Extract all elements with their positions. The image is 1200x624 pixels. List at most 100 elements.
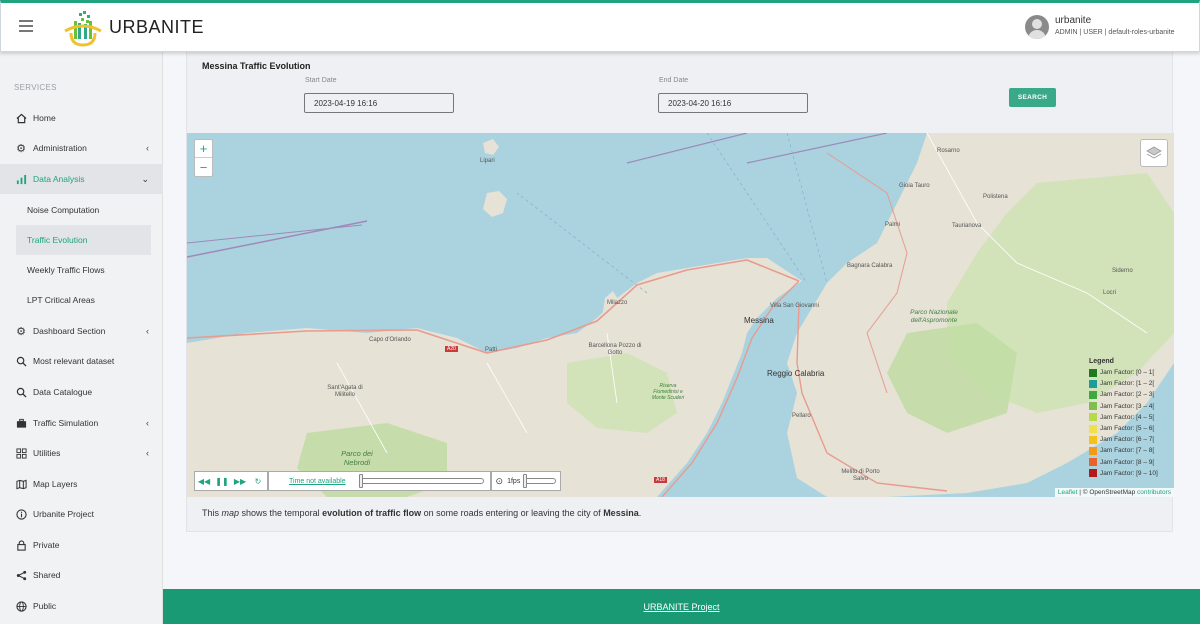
place-label: Sant'Agata di Militello: [327, 385, 363, 398]
sidebar-item-utilities[interactable]: Utilities ‹: [0, 438, 163, 468]
fps-slider[interactable]: [523, 474, 557, 488]
sidebar-item-label: Home: [33, 113, 56, 123]
sidebar-item-home[interactable]: Home: [0, 103, 163, 133]
sidebar-item-map-layers[interactable]: Map Layers: [0, 469, 163, 499]
osm-contributors-link[interactable]: contributors: [1137, 489, 1171, 496]
chevron-left-icon: ‹: [146, 418, 149, 428]
sidebar-item-administration[interactable]: ⚙ Administration ‹: [0, 133, 163, 163]
legend-entry: Jam Factor: [4 – 5[: [1089, 412, 1169, 423]
sidebar-subitem-lpt-critical-areas[interactable]: LPT Critical Areas: [16, 285, 151, 315]
traffic-map[interactable]: Lipari Milazzo Capo d'Orlando Patti Barc…: [187, 133, 1174, 497]
footer: URBANITE Project: [163, 589, 1200, 624]
gear-icon: ⚙: [16, 142, 26, 155]
leaflet-link[interactable]: Leaflet: [1058, 489, 1078, 496]
map-caption: This map shows the temporal evolution of…: [202, 508, 641, 518]
loop-button[interactable]: ↻: [249, 472, 267, 490]
time-display-link[interactable]: Time not available: [269, 478, 354, 485]
caption-text: shows the temporal: [239, 508, 323, 518]
map-attribution: Leaflet | © OpenStreetMap contributors: [1054, 488, 1174, 497]
search-button[interactable]: SEARCH: [1009, 88, 1056, 107]
bar-chart-icon: [15, 173, 27, 185]
map-icon: [15, 478, 27, 490]
globe-icon: [15, 600, 27, 612]
legend-label: Jam Factor: [8 – 9[: [1100, 458, 1155, 466]
sidebar-item-most-relevant-dataset[interactable]: Most relevant dataset: [0, 346, 163, 376]
legend-label: Jam Factor: [6 – 7[: [1100, 436, 1155, 444]
legend-label: Jam Factor: [2 – 3[: [1100, 391, 1155, 399]
place-label: Taurianova: [952, 223, 982, 229]
sidebar-item-label: Utilities: [33, 448, 61, 458]
place-label: Lipari: [480, 158, 495, 164]
sidebar-item-label: Public: [33, 601, 57, 611]
user-name: urbanite: [1055, 15, 1092, 26]
place-label: Locri: [1103, 290, 1117, 296]
sidebar-item-public[interactable]: Public: [0, 591, 163, 621]
sidebar-item-private[interactable]: Private: [0, 530, 163, 560]
zoom-out-button[interactable]: −: [195, 158, 212, 176]
step-backward-button[interactable]: ◀◀: [195, 472, 213, 490]
place-label: Melito di Porto Salvo: [841, 469, 880, 482]
legend-swatch: [1089, 368, 1097, 377]
playback-controls: ◀◀ ❚❚ ▶▶ ↻: [194, 471, 268, 491]
chevron-left-icon: ‹: [146, 143, 149, 153]
legend-label: Jam Factor: [7 – 8[: [1100, 447, 1155, 455]
caption-text: on some roads entering or leaving the ci…: [421, 508, 604, 518]
legend-swatch: [1089, 435, 1097, 444]
place-label: Pellaro: [792, 413, 811, 419]
road-label: A18: [654, 477, 667, 483]
sidebar-item-shared[interactable]: Shared: [0, 560, 163, 590]
start-date-label: Start Date: [305, 77, 337, 84]
legend-title: Legend: [1089, 358, 1114, 365]
legend-label: Jam Factor: [3 – 4[: [1100, 402, 1155, 410]
place-label: Barcellona Pozzo di Gotto: [588, 343, 642, 356]
place-label: Milazzo: [607, 300, 628, 306]
home-icon: [15, 112, 27, 124]
time-slider[interactable]: [358, 474, 484, 488]
place-label: Gioia Tauro: [899, 183, 930, 189]
start-date-input[interactable]: 2023-04-19 16:16: [304, 93, 454, 113]
caption-text: This: [202, 508, 222, 518]
sidebar-item-label: Administration: [33, 143, 87, 153]
sidebar-subitem-traffic-evolution[interactable]: Traffic Evolution: [16, 225, 151, 255]
place-label: Siderno: [1112, 268, 1133, 274]
menu-toggle-icon[interactable]: [19, 20, 33, 32]
attribution-text: | © OpenStreetMap: [1079, 489, 1136, 496]
urbanite-project-link[interactable]: URBANITE Project: [643, 602, 719, 612]
sidebar-item-data-catalogue[interactable]: Data Catalogue: [0, 377, 163, 407]
user-menu[interactable]: urbanite ADMIN | USER | default-roles-ur…: [1025, 13, 1175, 43]
layers-icon: [1146, 146, 1162, 159]
step-forward-button[interactable]: ▶▶: [231, 472, 249, 490]
place-label: Palmi: [885, 222, 901, 228]
pause-button[interactable]: ❚❚: [213, 472, 231, 490]
layers-button[interactable]: [1140, 139, 1168, 167]
legend-entry: Jam Factor: [9 – 10]: [1089, 468, 1169, 479]
traffic-evolution-card: Messina Traffic Evolution Start Date 202…: [186, 52, 1174, 532]
place-label: Polistena: [983, 194, 1008, 200]
avatar[interactable]: [1025, 15, 1049, 39]
time-slider-handle[interactable]: [358, 474, 363, 488]
legend-entry: Jam Factor: [3 – 4[: [1089, 401, 1169, 412]
place-label: Bagnara Calabra: [847, 263, 893, 269]
legend-label: Jam Factor: [0 – 1[: [1100, 369, 1155, 377]
legend-swatch: [1089, 413, 1097, 422]
place-label: Messina: [744, 316, 774, 325]
legend-swatch: [1089, 469, 1097, 478]
sidebar-subitem-weekly-traffic-flows[interactable]: Weekly Traffic Flows: [16, 255, 151, 285]
zoom-in-button[interactable]: +: [195, 140, 212, 158]
sidebar-item-traffic-simulation[interactable]: Traffic Simulation ‹: [0, 408, 163, 438]
legend-entry: Jam Factor: [7 – 8[: [1089, 445, 1169, 456]
sidebar-subitem-noise-computation[interactable]: Noise Computation: [16, 195, 151, 225]
sidebar-item-label: Data Catalogue: [33, 387, 93, 397]
sidebar-item-data-analysis[interactable]: Data Analysis ⌄: [0, 164, 163, 194]
legend-entry: Jam Factor: [1 – 2[: [1089, 378, 1169, 389]
end-date-label: End Date: [659, 77, 689, 84]
zoom-control: + −: [194, 139, 213, 177]
map-legend: Legend Jam Factor: [0 – 1[ Jam Factor: [1…: [1089, 358, 1169, 479]
legend-label: Jam Factor: [1 – 2[: [1100, 380, 1155, 388]
end-date-input[interactable]: 2023-04-20 16:16: [658, 93, 808, 113]
fps-slider-handle[interactable]: [523, 474, 528, 488]
sidebar-item-urbanite-project[interactable]: Urbanite Project: [0, 499, 163, 529]
legend-entry: Jam Factor: [8 – 9[: [1089, 457, 1169, 468]
briefcase-icon: [15, 417, 27, 429]
sidebar-item-dashboard-section[interactable]: ⚙ Dashboard Section ‹: [0, 316, 163, 346]
